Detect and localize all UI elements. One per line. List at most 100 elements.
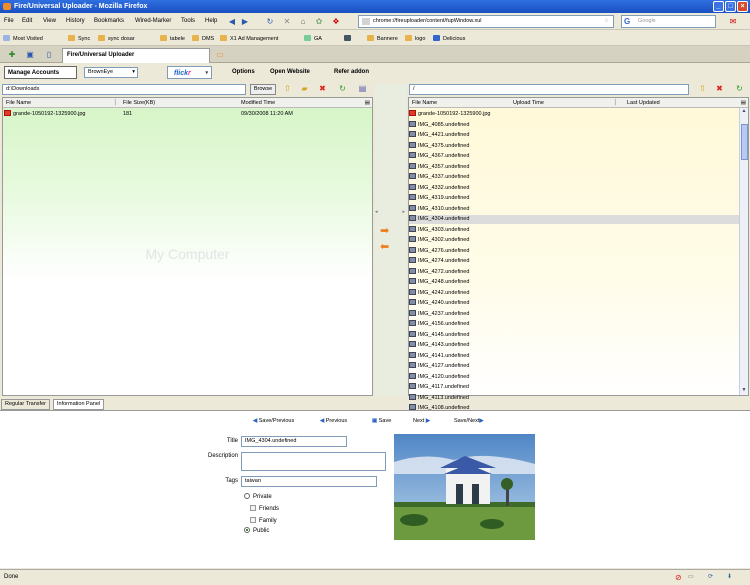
bookmark-x1-ad[interactable]: X1 Ad Management (220, 35, 278, 42)
previous-button[interactable]: ◀ Previous (320, 418, 347, 424)
next-button[interactable]: Next ▶ (413, 418, 430, 424)
private-radio[interactable]: Private (244, 493, 272, 500)
table-row[interactable]: IMG_4375.undefined (409, 141, 739, 151)
table-row[interactable]: IMG_4127.undefined (409, 362, 739, 371)
url-input[interactable]: chrome://fireuploader/content/fupWindow.… (358, 15, 614, 28)
tab-information-panel[interactable]: Information Panel (53, 399, 105, 410)
delete-icon[interactable]: ✖ (318, 84, 327, 93)
table-row[interactable]: IMG_4274.undefined (409, 257, 739, 266)
page-icon[interactable]: ▯ (43, 49, 55, 60)
refresh-icon[interactable]: ↻ (735, 84, 744, 93)
table-row[interactable]: IMG_4242.undefined (409, 288, 739, 298)
splitter-right-icon[interactable]: ▸ (402, 209, 405, 215)
home-icon[interactable]: ⌂ (297, 16, 309, 27)
title-field[interactable]: IMG_4304.undefined (241, 436, 347, 447)
table-row[interactable]: IMG_4304.undefined (409, 215, 739, 224)
refer-addon-button[interactable]: Refer addon (334, 66, 369, 79)
download-arrow-icon[interactable]: ⬅ (380, 242, 394, 253)
table-row[interactable]: IMG_4156.undefined (409, 320, 739, 329)
account-select[interactable]: BrownEye ▾ (84, 67, 138, 78)
scroll-up-icon[interactable]: ▲ (740, 108, 748, 116)
table-row[interactable]: IMG_4240.undefined (409, 299, 739, 308)
service-select[interactable]: flickr ▾ (167, 66, 212, 79)
table-row[interactable]: IMG_4117.undefined (409, 383, 739, 392)
menu-help[interactable]: Help (205, 18, 217, 24)
public-radio[interactable]: Public (244, 527, 269, 534)
menu-bookmarks[interactable]: Bookmarks (94, 18, 124, 24)
up-folder-icon[interactable]: ⇧ (698, 84, 707, 93)
save-previous-button[interactable]: ◀ Save/Previous (253, 418, 294, 424)
scroll-down-icon[interactable]: ▼ (740, 387, 748, 395)
table-row[interactable]: IMG_4085.undefined (409, 120, 739, 130)
reload-icon[interactable]: ↻ (264, 16, 276, 27)
stop-icon[interactable]: ✕ (281, 16, 293, 27)
table-row[interactable]: IMG_4421.undefined (409, 131, 739, 140)
table-row[interactable]: IMG_4319.undefined (409, 194, 739, 203)
table-row[interactable]: IMG_4310.undefined (409, 204, 739, 214)
friends-checkbox[interactable]: Friends (250, 505, 279, 512)
scroll-thumb[interactable] (741, 124, 748, 160)
new-tab-button-icon[interactable]: ▭ (214, 49, 226, 60)
manage-accounts-button[interactable]: Manage Accounts (4, 66, 77, 79)
extension2-icon[interactable]: ✉ (727, 16, 739, 27)
browse-button[interactable]: Browse (250, 84, 276, 95)
bookmark-ga[interactable]: GA (304, 35, 322, 42)
search-input[interactable]: G Google (621, 15, 716, 28)
bookmark-shortcut[interactable] (344, 35, 354, 42)
save-next-button[interactable]: Save/Next▶ (454, 418, 484, 424)
column-picker-icon[interactable]: ▤ (365, 98, 370, 108)
splitter-left-icon[interactable]: ◂ (375, 209, 378, 215)
new-tab-icon[interactable]: ✚ (6, 49, 18, 60)
download-status-icon[interactable]: ⬇ (727, 570, 732, 584)
tab-regular-transfer[interactable]: Regular Transfer (1, 399, 50, 410)
col-file-size[interactable]: File Size(KB) (123, 98, 155, 108)
sync-icon[interactable]: ⟳ (708, 570, 713, 584)
forward-icon[interactable]: ▶ (239, 16, 251, 27)
bookmark-logo[interactable]: logo (405, 35, 425, 42)
col-upload-time[interactable]: Upload Time (513, 98, 544, 108)
column-picker-icon[interactable]: ▤ (741, 98, 746, 108)
col-modified-time[interactable]: Modified Time (241, 98, 275, 108)
menu-file[interactable]: File (4, 18, 14, 24)
bookmark-bannere[interactable]: Bannere (367, 35, 398, 42)
bookmark-dms[interactable]: DMS (192, 35, 214, 42)
table-row[interactable]: IMG_4276.undefined (409, 246, 739, 256)
addon-icon[interactable]: ✿ (313, 16, 325, 27)
description-field[interactable] (241, 452, 386, 471)
view-icon[interactable]: ▤ (358, 84, 367, 93)
refresh-icon[interactable]: ↻ (338, 84, 347, 93)
table-row[interactable]: grande-1050192-1325900.jpg (409, 110, 739, 119)
table-row[interactable]: IMG_4332.undefined (409, 183, 739, 193)
menu-view[interactable]: View (43, 18, 56, 24)
maximize-button[interactable]: □ (725, 1, 736, 12)
menu-edit[interactable]: Edit (22, 18, 32, 24)
col-file-name[interactable]: File Name (6, 98, 31, 108)
col-file-name[interactable]: File Name (412, 98, 437, 108)
table-row[interactable]: IMG_4272.undefined (409, 267, 739, 277)
table-row[interactable]: IMG_4337.undefined (409, 173, 739, 182)
bookmark-most-visited[interactable]: Most Visited (3, 35, 43, 42)
table-row[interactable]: IMG_4302.undefined (409, 236, 739, 245)
tags-field[interactable]: taiwan (241, 476, 377, 487)
table-row[interactable]: grande-1050192-1325900.jpg 181 09/30/200… (3, 110, 372, 119)
table-row[interactable]: IMG_4145.undefined (409, 330, 739, 340)
bookmark-sync[interactable]: Sync (68, 35, 90, 42)
addon-status-icon[interactable]: ▭ (688, 570, 694, 584)
table-row[interactable]: IMG_4143.undefined (409, 341, 739, 350)
bookmark-delicious[interactable]: Delicious (433, 35, 465, 42)
up-folder-icon[interactable]: ⇧ (283, 84, 292, 93)
table-row[interactable]: IMG_4141.undefined (409, 351, 739, 361)
bookmark-sync-dosar[interactable]: sync dosar (98, 35, 135, 42)
back-icon[interactable]: ◀ (226, 16, 238, 27)
minimize-button[interactable]: _ (713, 1, 724, 12)
bookmark-tabele[interactable]: tabele (160, 35, 185, 42)
table-row[interactable]: IMG_4248.undefined (409, 278, 739, 287)
menu-wired-marker[interactable]: Wired-Marker (135, 18, 171, 24)
table-row[interactable]: IMG_4357.undefined (409, 162, 739, 172)
local-path-input[interactable]: d:\Downloads (2, 84, 246, 95)
remote-scrollbar[interactable]: ▲ ▼ (739, 108, 748, 395)
options-button[interactable]: Options (232, 66, 255, 79)
blocked-icon[interactable]: ⊘ (675, 571, 682, 585)
close-button[interactable]: × (737, 1, 748, 12)
table-row[interactable]: IMG_4367.undefined (409, 152, 739, 161)
